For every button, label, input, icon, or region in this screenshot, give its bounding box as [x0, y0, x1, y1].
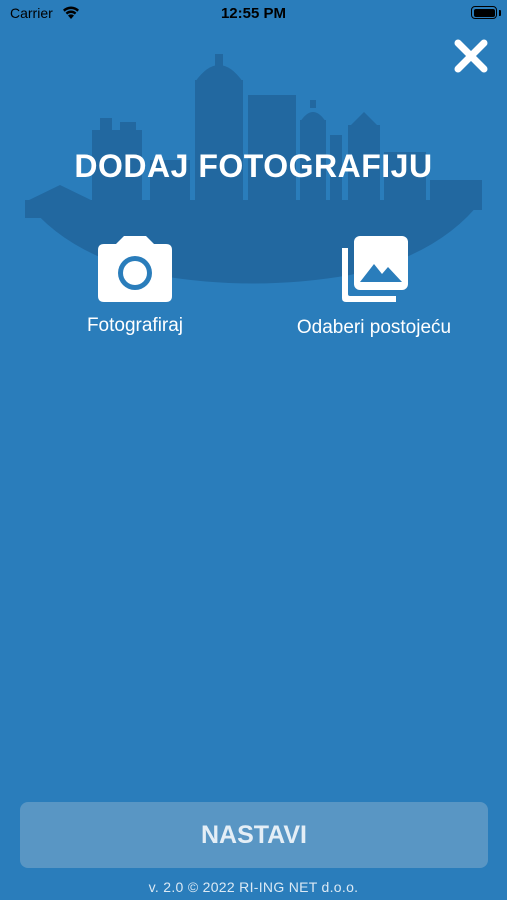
close-button[interactable] — [452, 37, 490, 75]
version-footer: v. 2.0 © 2022 RI-ING NET d.o.o. — [148, 879, 359, 895]
camera-icon — [98, 236, 172, 302]
page-title: DODAJ FOTOGRAFIJU — [74, 148, 433, 184]
choose-existing-label: Odaberi postojeću — [296, 317, 452, 338]
gallery-icon — [342, 236, 408, 302]
battery-tip — [499, 10, 501, 16]
choose-existing-button[interactable]: Odaberi postojeću — [268, 236, 480, 339]
battery-icon — [471, 6, 497, 19]
close-icon — [454, 39, 488, 73]
clock: 12:55 PM — [220, 5, 287, 22]
take-photo-label: Fotografiraj — [86, 315, 184, 336]
continue-button[interactable]: NASTAVI — [20, 802, 488, 868]
status-bar: Carrier 12:55 PM — [0, 0, 507, 28]
take-photo-button[interactable]: Fotografiraj — [60, 236, 210, 337]
